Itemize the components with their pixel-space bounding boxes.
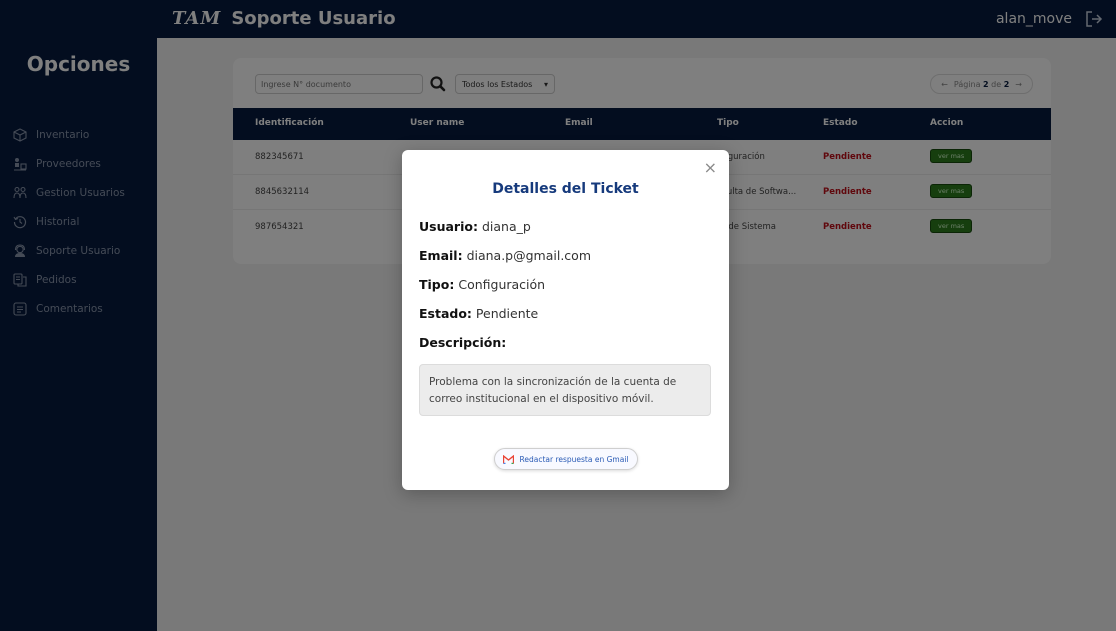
field-email: Email: diana.p@gmail.com — [419, 248, 591, 263]
usuario-label: Usuario: — [419, 219, 478, 234]
field-estado: Estado: Pendiente — [419, 306, 538, 321]
usuario-value: diana_p — [481, 219, 531, 234]
field-descripcion: Descripción: — [419, 335, 506, 350]
descripcion-label: Descripción: — [419, 335, 507, 350]
field-tipo: Tipo: Configuración — [419, 277, 545, 292]
tipo-value: Configuración — [458, 277, 546, 292]
field-usuario: Usuario: diana_p — [419, 219, 531, 234]
tipo-label: Tipo: — [419, 277, 455, 292]
estado-label: Estado: — [419, 306, 472, 321]
email-value: diana.p@gmail.com — [466, 248, 592, 263]
email-label: Email: — [419, 248, 463, 263]
description-box: Problema con la sincronización de la cue… — [419, 364, 711, 416]
gmail-button-label: Redactar respuesta en Gmail — [519, 454, 629, 464]
close-icon[interactable]: × — [704, 158, 717, 177]
gmail-icon — [503, 454, 515, 464]
ticket-details-modal: × Detalles del Ticket Usuario: diana_p E… — [402, 150, 729, 490]
gmail-reply-button[interactable]: Redactar respuesta en Gmail — [494, 448, 638, 470]
modal-title: Detalles del Ticket — [492, 181, 639, 197]
estado-value: Pendiente — [475, 306, 539, 321]
